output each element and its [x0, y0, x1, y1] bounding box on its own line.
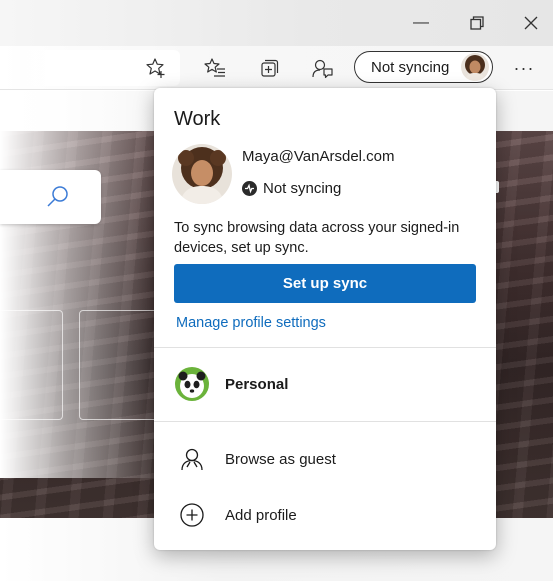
- panda-avatar-icon: [174, 366, 210, 402]
- manage-profile-settings-link[interactable]: Manage profile settings: [176, 315, 326, 331]
- feedback-button[interactable]: [308, 54, 336, 82]
- title-bar: —: [0, 0, 553, 46]
- close-button[interactable]: [508, 0, 553, 46]
- star-add-icon: [146, 58, 165, 78]
- add-favorite-button[interactable]: [142, 54, 170, 82]
- quick-link-tile[interactable]: [0, 310, 63, 420]
- set-up-sync-button[interactable]: Set up sync: [174, 264, 476, 303]
- quick-link-tile[interactable]: [79, 310, 159, 420]
- profile-item-personal[interactable]: Personal: [154, 358, 496, 410]
- browse-as-guest-label: Browse as guest: [225, 450, 336, 468]
- minimize-button[interactable]: —: [398, 0, 444, 46]
- close-icon: [524, 16, 538, 30]
- more-icon: ···: [513, 57, 535, 78]
- sync-status: Not syncing: [242, 180, 341, 197]
- browse-as-guest-button[interactable]: Browse as guest: [154, 433, 496, 485]
- settings-and-more-button[interactable]: ···: [510, 54, 538, 82]
- sync-description: To sync browsing data across your signed…: [174, 220, 460, 256]
- profile-item-label: Personal: [225, 375, 289, 393]
- profile-photo-icon: [172, 144, 232, 204]
- restore-button[interactable]: [454, 0, 500, 46]
- profile-photo-icon: [461, 53, 489, 81]
- profile-flyout: Work Maya@VanArsdel.com Not syncing To s…: [154, 88, 496, 550]
- sync-off-icon: [242, 181, 257, 196]
- minimize-icon: —: [413, 14, 429, 31]
- add-profile-button[interactable]: Add profile: [154, 489, 496, 541]
- profile-title: Work: [174, 108, 221, 130]
- collections-button[interactable]: [256, 54, 284, 82]
- avatar: [172, 144, 232, 204]
- avatar: [461, 53, 489, 81]
- guest-icon: [174, 441, 210, 477]
- add-profile-label: Add profile: [225, 506, 297, 524]
- restore-icon: [470, 16, 484, 30]
- browser-toolbar: Not syncing ···: [0, 46, 553, 90]
- favorites-icon: [204, 58, 225, 77]
- divider: [154, 347, 496, 348]
- profile-button[interactable]: Not syncing: [354, 51, 493, 83]
- divider: [154, 421, 496, 422]
- favorites-button[interactable]: [201, 54, 229, 82]
- sync-status-label: Not syncing: [263, 180, 342, 197]
- search-box[interactable]: [0, 170, 101, 224]
- add-circle-icon: [174, 497, 210, 533]
- feedback-icon: [312, 59, 333, 79]
- profile-email: Maya@VanArsdel.com: [242, 148, 395, 165]
- search-icon: [47, 186, 68, 207]
- collections-icon: [261, 59, 279, 77]
- profile-sync-label: Not syncing: [371, 58, 450, 76]
